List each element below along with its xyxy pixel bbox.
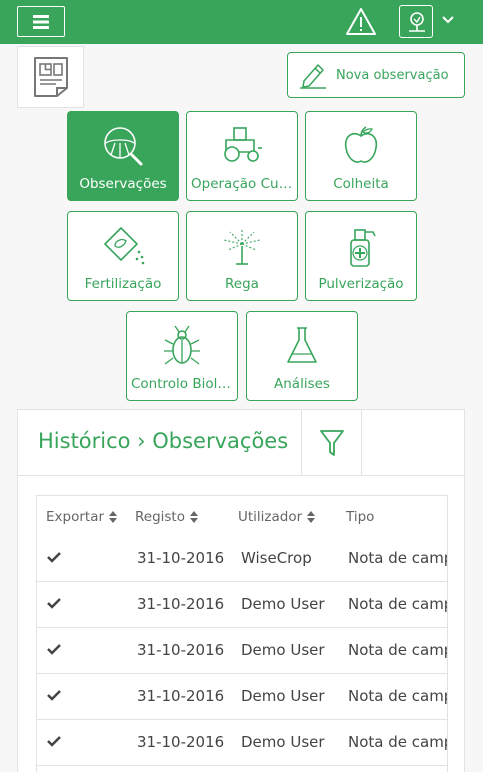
- cell-registo: 31-10-2016: [137, 549, 225, 567]
- cell-utilizador: Demo User: [241, 595, 325, 613]
- table-row[interactable]: 31-10-2016 Demo User Nota de campo: [37, 628, 447, 674]
- tile-analises[interactable]: Análises: [246, 311, 358, 401]
- cell-tipo: Nota de campo: [348, 641, 447, 659]
- flask-icon: [287, 327, 317, 363]
- table-row[interactable]: 31-10-2016 Demo User Nota de campo: [37, 582, 447, 628]
- tile-label: Pulverização: [318, 276, 404, 292]
- cell-registo: 31-10-2016: [137, 641, 225, 659]
- new-observation-label: Nova observação: [336, 67, 449, 83]
- tile-label: Fertilização: [84, 276, 162, 292]
- fertilizer-bag-icon: [104, 227, 145, 265]
- column-utilizador[interactable]: Utilizador: [238, 509, 316, 525]
- sort-icon: [109, 511, 118, 523]
- history-table: Exportar Registo Utilizador Tipo 31-10-2…: [36, 495, 448, 772]
- tile-label: Controlo Biológico: [131, 376, 233, 392]
- cell-utilizador: WiseCrop: [241, 549, 312, 567]
- tile-controlo-biologico[interactable]: Controlo Biológico: [126, 311, 238, 401]
- check-icon[interactable]: [47, 689, 61, 701]
- spray-bottle-icon: [350, 229, 376, 267]
- table-header: Exportar Registo Utilizador Tipo: [37, 496, 447, 536]
- report-button[interactable]: [17, 46, 84, 108]
- table-row[interactable]: 31-10-2016 Demo User Nota de campo: [37, 674, 447, 720]
- new-observation-button[interactable]: Nova observação: [287, 52, 465, 98]
- bug-icon: [164, 325, 200, 365]
- cell-tipo: Nota de campo: [348, 733, 447, 751]
- report-document-icon: [33, 57, 68, 97]
- sort-icon: [190, 511, 198, 523]
- column-exportar[interactable]: Exportar: [46, 509, 118, 525]
- history-title: Histórico › Observações: [38, 429, 289, 453]
- cell-registo: 31-10-2016: [137, 595, 225, 613]
- cell-utilizador: Demo User: [241, 687, 325, 705]
- warning-icon[interactable]: [345, 7, 377, 37]
- sprinkler-icon: [223, 228, 261, 265]
- tile-label: Colheita: [333, 176, 389, 192]
- farm-tree-icon: [409, 11, 425, 32]
- apple-icon: [344, 126, 378, 163]
- column-registo[interactable]: Registo: [135, 509, 198, 525]
- hamburger-icon: [33, 14, 49, 29]
- cell-registo: 31-10-2016: [137, 733, 225, 751]
- tile-colheita[interactable]: Colheita: [305, 111, 417, 201]
- menu-button[interactable]: [17, 6, 65, 37]
- pencil-icon: [300, 64, 326, 89]
- tile-label: Análises: [274, 376, 330, 392]
- history-header: Histórico › Observações: [18, 410, 464, 476]
- tile-observacoes[interactable]: Observações: [67, 111, 179, 201]
- table-row[interactable]: 31-10-2016 Demo User Nota de campo: [37, 720, 447, 766]
- check-icon[interactable]: [47, 735, 61, 747]
- top-bar: [0, 0, 483, 44]
- magnifier-field-icon: [104, 127, 143, 166]
- tile-fertilizacao[interactable]: Fertilização: [67, 211, 179, 301]
- history-panel: Histórico › Observações Exportar Registo…: [17, 409, 465, 772]
- filter-icon: [319, 430, 344, 456]
- tractor-icon: [224, 127, 262, 162]
- cell-registo: 31-10-2016: [137, 687, 225, 705]
- cell-tipo: Nota de campo: [348, 595, 447, 613]
- filter-button[interactable]: [301, 410, 362, 476]
- tile-rega[interactable]: Rega: [186, 211, 298, 301]
- check-icon[interactable]: [47, 597, 61, 609]
- tile-operacao-cultural[interactable]: Operação Cultural: [186, 111, 298, 201]
- cell-utilizador: Demo User: [241, 641, 325, 659]
- tile-label: Observações: [79, 176, 167, 192]
- table-row[interactable]: 31-10-2016 WiseCrop Nota de campo: [37, 536, 447, 582]
- cell-utilizador: Demo User: [241, 733, 325, 751]
- chevron-down-icon[interactable]: [441, 14, 455, 26]
- check-icon[interactable]: [47, 643, 61, 655]
- tile-label: Rega: [225, 276, 259, 292]
- sort-icon: [307, 511, 316, 523]
- cell-tipo: Nota de campo: [348, 687, 447, 705]
- tile-pulverizacao[interactable]: Pulverização: [305, 211, 417, 301]
- tile-label: Operação Cultural: [191, 176, 293, 192]
- column-tipo[interactable]: Tipo: [346, 509, 374, 525]
- farm-selector-button[interactable]: [399, 5, 433, 38]
- cell-tipo: Nota de campo: [348, 549, 447, 567]
- check-icon[interactable]: [47, 551, 61, 563]
